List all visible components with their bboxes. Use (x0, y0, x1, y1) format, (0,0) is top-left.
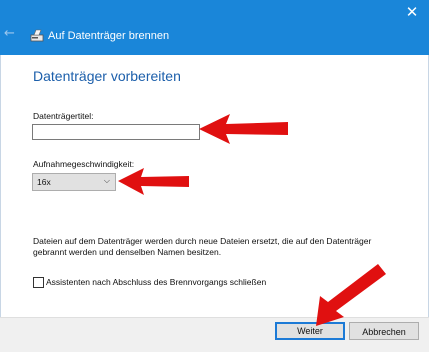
replace-files-info: Dateien auf dem Datenträger werden durch… (33, 236, 372, 257)
title-bar: ✕ ← Auf Datenträger brennen (0, 0, 429, 55)
speed-value: 16x (37, 177, 51, 187)
disc-title-input[interactable] (32, 124, 200, 140)
chevron-down-icon: ⌵ (103, 176, 110, 185)
annotation-arrow-next (316, 264, 386, 326)
back-arrow-icon[interactable]: ← (4, 27, 18, 41)
page-heading: Datenträger vorbereiten (33, 68, 181, 84)
window-title: Auf Datenträger brennen (48, 30, 170, 42)
annotation-arrow-title (199, 114, 288, 144)
speed-dropdown[interactable]: 16x ⌵ (32, 173, 116, 191)
close-wizard-label[interactable]: Assistenten nach Abschluss des Brennvorg… (46, 277, 266, 287)
close-icon[interactable]: ✕ (401, 2, 423, 22)
close-wizard-checkbox[interactable] (33, 277, 44, 288)
window-border-left (0, 55, 1, 351)
disc-title-label: Datenträgertitel: (33, 111, 94, 121)
annotation-arrow-speed (118, 168, 189, 195)
burn-disc-icon (30, 29, 44, 42)
